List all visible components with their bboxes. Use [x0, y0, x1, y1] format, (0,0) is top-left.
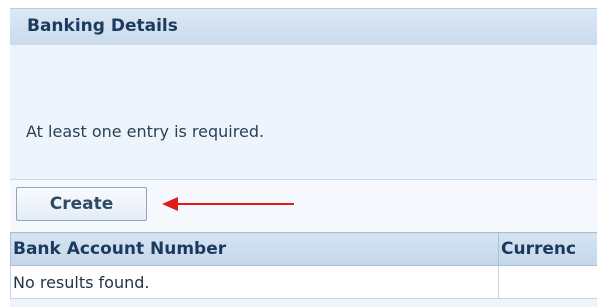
empty-cell [498, 265, 597, 299]
left-arrow-icon [162, 197, 294, 211]
required-entry-message: At least one entry is required. [26, 122, 265, 141]
create-button[interactable]: Create [16, 187, 147, 221]
column-header-currency[interactable]: Currenc [498, 232, 597, 266]
empty-results-message: No results found. [10, 265, 499, 299]
section-title: Banking Details [27, 16, 178, 36]
table-row: No results found. [10, 265, 597, 299]
banking-details-region: Banking Details At least one entry is re… [10, 8, 597, 307]
table-toolbar: Create [10, 179, 597, 232]
section-header: Banking Details [10, 8, 597, 45]
column-header-bank-account-number[interactable]: Bank Account Number [10, 232, 499, 266]
bank-accounts-table: Bank Account Number Currenc No results f… [10, 232, 597, 299]
table-header-row: Bank Account Number Currenc [10, 232, 597, 266]
